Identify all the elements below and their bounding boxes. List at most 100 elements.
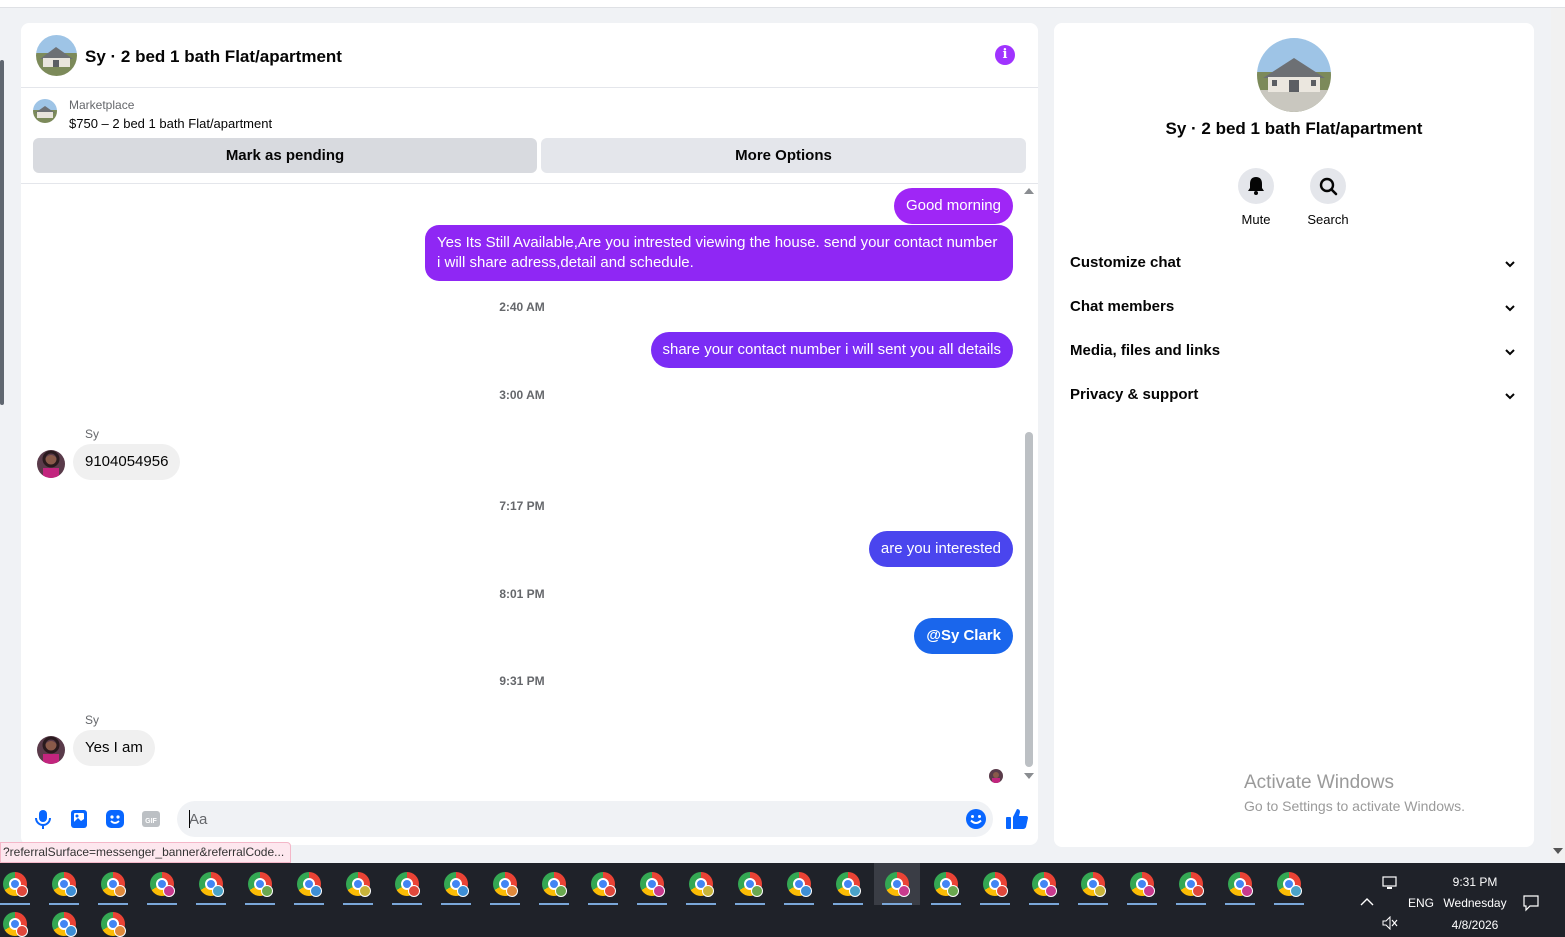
chevron-up-icon[interactable] [1360, 896, 1374, 910]
mute-action[interactable]: Mute [1220, 168, 1292, 227]
taskbar-chrome-button[interactable] [188, 863, 234, 905]
profile-badge-icon [898, 885, 910, 897]
taskbar-chrome-button[interactable] [1217, 863, 1263, 905]
clock-time[interactable]: 9:31 PM [1444, 875, 1506, 889]
profile-badge-icon [1045, 885, 1057, 897]
taskbar-chrome-button[interactable] [139, 863, 185, 905]
profile-badge-icon [751, 885, 763, 897]
outgoing-message[interactable]: are you interested [868, 531, 1013, 567]
taskbar-chrome-button[interactable] [41, 903, 87, 937]
section-label: Privacy & support [1070, 386, 1199, 403]
profile-badge-icon [947, 885, 959, 897]
taskbar-chrome-button[interactable] [90, 903, 136, 937]
sender-avatar[interactable] [37, 736, 65, 764]
chat-members-section[interactable]: Chat members [1070, 286, 1518, 330]
outgoing-message[interactable]: Yes Its Still Available,Are you intreste… [425, 225, 1013, 281]
more-options-button[interactable]: More Options [541, 138, 1026, 173]
text-caret [189, 810, 190, 828]
scroll-up-arrow[interactable] [1024, 188, 1034, 194]
chat-title[interactable]: Sy · 2 bed 1 bath Flat/apartment [85, 47, 342, 67]
taskbar-chrome-button[interactable] [1021, 863, 1067, 905]
taskbar-chrome-button[interactable] [482, 863, 528, 905]
taskbar-chrome-button[interactable] [580, 863, 626, 905]
taskbar-chrome-button[interactable] [874, 863, 920, 905]
outgoing-message[interactable]: share your contact number i will sent yo… [650, 332, 1013, 368]
network-icon[interactable] [1382, 875, 1400, 894]
listing-avatar-large[interactable] [1257, 38, 1331, 112]
sticker-icon[interactable] [104, 808, 126, 830]
incoming-message[interactable]: Yes I am [73, 730, 155, 766]
timestamp: 2:40 AM [499, 300, 545, 314]
taskbar-chrome-button[interactable] [1070, 863, 1116, 905]
taskbar-chrome-button[interactable] [1119, 863, 1165, 905]
taskbar-chrome-button[interactable] [1168, 863, 1214, 905]
running-indicator [392, 903, 422, 905]
mute-label: Mute [1241, 212, 1271, 227]
taskbar-chrome-button[interactable] [41, 863, 87, 905]
taskbar-chrome-button[interactable] [972, 863, 1018, 905]
photo-icon[interactable] [68, 808, 90, 830]
taskbar-chrome-button[interactable] [0, 903, 38, 937]
message-input[interactable] [177, 801, 993, 837]
taskbar-chrome-button[interactable] [629, 863, 675, 905]
emoji-icon[interactable] [965, 808, 987, 830]
thumbs-up-icon[interactable] [1004, 806, 1030, 832]
taskbar-chrome-button[interactable] [433, 863, 479, 905]
page-scrollbar[interactable] [1551, 8, 1565, 861]
info-icon[interactable]: i [995, 45, 1015, 65]
customize-chat-section[interactable]: Customize chat [1070, 242, 1518, 286]
running-indicator [1029, 903, 1059, 905]
notification-icon[interactable] [1522, 894, 1540, 915]
sender-avatar[interactable] [37, 450, 65, 478]
outgoing-message[interactable]: Good morning [893, 188, 1013, 224]
profile-badge-icon [16, 885, 28, 897]
taskbar-chrome-button[interactable] [727, 863, 773, 905]
search-icon[interactable] [1310, 168, 1346, 204]
chat-header: Sy · 2 bed 1 bath Flat/apartment i [21, 23, 1038, 88]
profile-badge-icon [408, 885, 420, 897]
message-scrollbar[interactable] [1022, 185, 1036, 785]
svg-text:GIF: GIF [145, 818, 157, 825]
chat-panel: Sy · 2 bed 1 bath Flat/apartment i Marke… [21, 23, 1038, 845]
listing-avatar[interactable] [36, 35, 77, 76]
bell-icon[interactable] [1238, 168, 1274, 204]
taskbar-chrome-button[interactable] [0, 863, 38, 905]
mark-as-pending-button[interactable]: Mark as pending [33, 138, 537, 173]
scroll-thumb[interactable] [1025, 432, 1033, 767]
clock-date[interactable]: 4/8/2026 [1440, 918, 1510, 932]
outgoing-mention-message[interactable]: @Sy Clark [914, 618, 1013, 654]
taskbar-chrome-button[interactable] [825, 863, 871, 905]
taskbar-chrome-button[interactable] [1266, 863, 1312, 905]
incoming-message[interactable]: 9104054956 [73, 444, 181, 480]
clock-day[interactable]: Wednesday [1440, 896, 1510, 910]
gif-icon[interactable]: GIF [140, 808, 162, 830]
scroll-down-arrow[interactable] [1024, 773, 1034, 779]
running-indicator [980, 903, 1010, 905]
speaker-muted-icon[interactable] [1382, 915, 1398, 933]
media-files-links-section[interactable]: Media, files and links [1070, 330, 1518, 374]
section-label: Customize chat [1070, 254, 1181, 271]
page-scroll-down-arrow[interactable] [1553, 848, 1563, 854]
taskbar-chrome-button[interactable] [237, 863, 283, 905]
profile-badge-icon [1290, 885, 1302, 897]
browser-top-strip [0, 0, 1565, 8]
profile-badge-icon [604, 885, 616, 897]
taskbar-chrome-button[interactable] [286, 863, 332, 905]
running-indicator [833, 903, 863, 905]
taskbar-chrome-button[interactable] [678, 863, 724, 905]
listing-price-title[interactable]: $750 – 2 bed 1 bath Flat/apartment [69, 116, 272, 131]
sender-name: Sy [85, 713, 100, 727]
taskbar-chrome-button[interactable] [384, 863, 430, 905]
profile-badge-icon [1241, 885, 1253, 897]
taskbar-chrome-button[interactable] [776, 863, 822, 905]
marketplace-listing-thumbnail[interactable] [33, 99, 57, 123]
taskbar-chrome-button[interactable] [90, 863, 136, 905]
marketplace-label: Marketplace [69, 98, 135, 112]
microphone-icon[interactable] [32, 808, 54, 830]
language-indicator[interactable]: ENG [1408, 896, 1434, 910]
taskbar-chrome-button[interactable] [335, 863, 381, 905]
taskbar-chrome-button[interactable] [923, 863, 969, 905]
taskbar-chrome-button[interactable] [531, 863, 577, 905]
privacy-support-section[interactable]: Privacy & support [1070, 374, 1518, 418]
search-action[interactable]: Search [1292, 168, 1364, 227]
